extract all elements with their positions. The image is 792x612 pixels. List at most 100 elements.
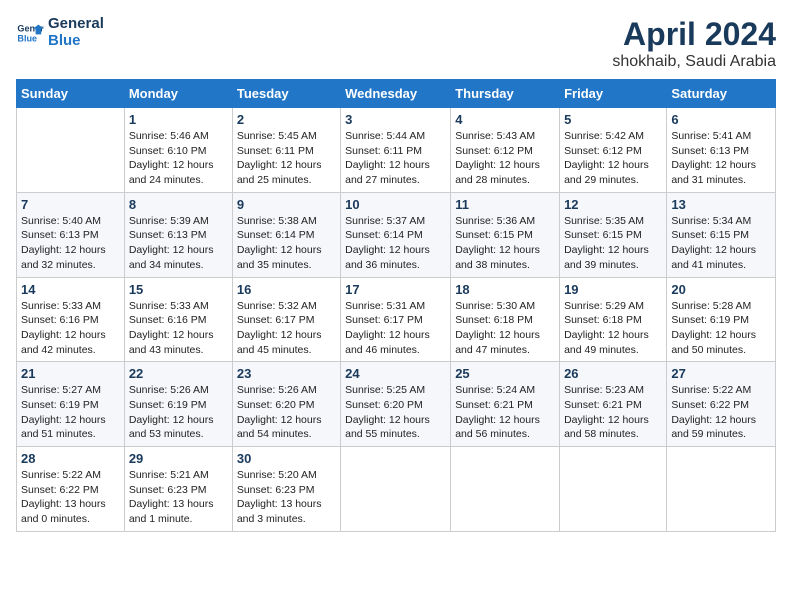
calendar-week-row: 7 Sunrise: 5:40 AMSunset: 6:13 PMDaylight… [17,192,776,277]
day-info: Sunrise: 5:36 AMSunset: 6:15 PMDaylight:… [455,214,555,273]
table-row [17,108,125,193]
day-number: 4 [455,112,555,127]
day-number: 22 [129,366,228,381]
day-info: Sunrise: 5:32 AMSunset: 6:17 PMDaylight:… [237,299,336,358]
day-info: Sunrise: 5:24 AMSunset: 6:21 PMDaylight:… [455,383,555,442]
table-row [451,447,560,532]
table-row: 25 Sunrise: 5:24 AMSunset: 6:21 PMDayligh… [451,362,560,447]
day-info: Sunrise: 5:29 AMSunset: 6:18 PMDaylight:… [564,299,662,358]
day-number: 19 [564,282,662,297]
table-row: 29 Sunrise: 5:21 AMSunset: 6:23 PMDayligh… [124,447,232,532]
day-info: Sunrise: 5:30 AMSunset: 6:18 PMDaylight:… [455,299,555,358]
table-row: 4 Sunrise: 5:43 AMSunset: 6:12 PMDaylight… [451,108,560,193]
day-number: 24 [345,366,446,381]
day-info: Sunrise: 5:22 AMSunset: 6:22 PMDaylight:… [21,468,120,527]
page-subtitle: shokhaib, Saudi Arabia [612,53,776,71]
table-row: 16 Sunrise: 5:32 AMSunset: 6:17 PMDayligh… [232,277,340,362]
table-row: 7 Sunrise: 5:40 AMSunset: 6:13 PMDaylight… [17,192,125,277]
table-row: 30 Sunrise: 5:20 AMSunset: 6:23 PMDayligh… [232,447,340,532]
day-info: Sunrise: 5:20 AMSunset: 6:23 PMDaylight:… [237,468,336,527]
table-row: 12Sunrise: 5:35 AMSunset: 6:15 PMDayligh… [560,192,667,277]
day-number: 12 [564,197,662,212]
day-info: Sunrise: 5:25 AMSunset: 6:20 PMDaylight:… [345,383,446,442]
day-info: Sunrise: 5:33 AMSunset: 6:16 PMDaylight:… [129,299,228,358]
title-block: April 2024 shokhaib, Saudi Arabia [612,16,776,71]
day-number: 7 [21,197,120,212]
day-info: Sunrise: 5:40 AMSunset: 6:13 PMDaylight:… [21,214,120,273]
col-thursday: Thursday [451,80,560,108]
day-number: 29 [129,451,228,466]
day-number: 3 [345,112,446,127]
day-number: 2 [237,112,336,127]
day-number: 16 [237,282,336,297]
calendar-week-row: 21 Sunrise: 5:27 AMSunset: 6:19 PMDayligh… [17,362,776,447]
day-info: Sunrise: 5:41 AMSunset: 6:13 PMDaylight:… [671,129,771,188]
page-title: April 2024 [612,16,776,53]
table-row: 10Sunrise: 5:37 AMSunset: 6:14 PMDayligh… [341,192,451,277]
table-row: 2 Sunrise: 5:45 AMSunset: 6:11 PMDaylight… [232,108,340,193]
table-row: 26 Sunrise: 5:23 AMSunset: 6:21 PMDayligh… [560,362,667,447]
table-row: 8Sunrise: 5:39 AMSunset: 6:13 PMDaylight… [124,192,232,277]
day-info: Sunrise: 5:43 AMSunset: 6:12 PMDaylight:… [455,129,555,188]
table-row: 19 Sunrise: 5:29 AMSunset: 6:18 PMDayligh… [560,277,667,362]
day-info: Sunrise: 5:46 AMSunset: 6:10 PMDaylight:… [129,129,228,188]
day-number: 27 [671,366,771,381]
logo: General Blue GeneralBlue [16,16,104,49]
table-row [560,447,667,532]
day-info: Sunrise: 5:26 AMSunset: 6:19 PMDaylight:… [129,383,228,442]
day-number: 23 [237,366,336,381]
table-row: 18Sunrise: 5:30 AMSunset: 6:18 PMDayligh… [451,277,560,362]
day-number: 15 [129,282,228,297]
day-number: 10 [345,197,446,212]
col-monday: Monday [124,80,232,108]
day-number: 9 [237,197,336,212]
day-number: 20 [671,282,771,297]
day-number: 30 [237,451,336,466]
calendar-week-row: 14Sunrise: 5:33 AMSunset: 6:16 PMDayligh… [17,277,776,362]
day-info: Sunrise: 5:22 AMSunset: 6:22 PMDaylight:… [671,383,771,442]
day-info: Sunrise: 5:45 AMSunset: 6:11 PMDaylight:… [237,129,336,188]
table-row: 24 Sunrise: 5:25 AMSunset: 6:20 PMDayligh… [341,362,451,447]
table-row: 6Sunrise: 5:41 AMSunset: 6:13 PMDaylight… [667,108,776,193]
table-row: 23 Sunrise: 5:26 AMSunset: 6:20 PMDayligh… [232,362,340,447]
page-header: General Blue GeneralBlue April 2024 shok… [16,16,776,71]
table-row: 17 Sunrise: 5:31 AMSunset: 6:17 PMDayligh… [341,277,451,362]
table-row [341,447,451,532]
table-row: 28Sunrise: 5:22 AMSunset: 6:22 PMDayligh… [17,447,125,532]
table-row: 13Sunrise: 5:34 AMSunset: 6:15 PMDayligh… [667,192,776,277]
day-number: 21 [21,366,120,381]
calendar-week-row: 1 Sunrise: 5:46 AMSunset: 6:10 PMDaylight… [17,108,776,193]
day-number: 1 [129,112,228,127]
day-number: 11 [455,197,555,212]
day-info: Sunrise: 5:33 AMSunset: 6:16 PMDaylight:… [21,299,120,358]
day-info: Sunrise: 5:31 AMSunset: 6:17 PMDaylight:… [345,299,446,358]
day-number: 26 [564,366,662,381]
calendar-table: Sunday Monday Tuesday Wednesday Thursday… [16,79,776,532]
day-info: Sunrise: 5:26 AMSunset: 6:20 PMDaylight:… [237,383,336,442]
day-info: Sunrise: 5:23 AMSunset: 6:21 PMDaylight:… [564,383,662,442]
table-row: 20Sunrise: 5:28 AMSunset: 6:19 PMDayligh… [667,277,776,362]
day-info: Sunrise: 5:44 AMSunset: 6:11 PMDaylight:… [345,129,446,188]
table-row: 27 Sunrise: 5:22 AMSunset: 6:22 PMDayligh… [667,362,776,447]
day-number: 17 [345,282,446,297]
day-number: 25 [455,366,555,381]
table-row: 22 Sunrise: 5:26 AMSunset: 6:19 PMDayligh… [124,362,232,447]
col-wednesday: Wednesday [341,80,451,108]
table-row: 9 Sunrise: 5:38 AMSunset: 6:14 PMDaylight… [232,192,340,277]
logo-icon: General Blue [16,19,44,47]
table-row [667,447,776,532]
col-saturday: Saturday [667,80,776,108]
day-info: Sunrise: 5:27 AMSunset: 6:19 PMDaylight:… [21,383,120,442]
day-info: Sunrise: 5:39 AMSunset: 6:13 PMDaylight:… [129,214,228,273]
col-sunday: Sunday [17,80,125,108]
day-number: 5 [564,112,662,127]
day-info: Sunrise: 5:38 AMSunset: 6:14 PMDaylight:… [237,214,336,273]
calendar-header-row: Sunday Monday Tuesday Wednesday Thursday… [17,80,776,108]
col-friday: Friday [560,80,667,108]
day-info: Sunrise: 5:42 AMSunset: 6:12 PMDaylight:… [564,129,662,188]
calendar-week-row: 28Sunrise: 5:22 AMSunset: 6:22 PMDayligh… [17,447,776,532]
day-info: Sunrise: 5:21 AMSunset: 6:23 PMDaylight:… [129,468,228,527]
day-number: 13 [671,197,771,212]
table-row: 1 Sunrise: 5:46 AMSunset: 6:10 PMDaylight… [124,108,232,193]
col-tuesday: Tuesday [232,80,340,108]
